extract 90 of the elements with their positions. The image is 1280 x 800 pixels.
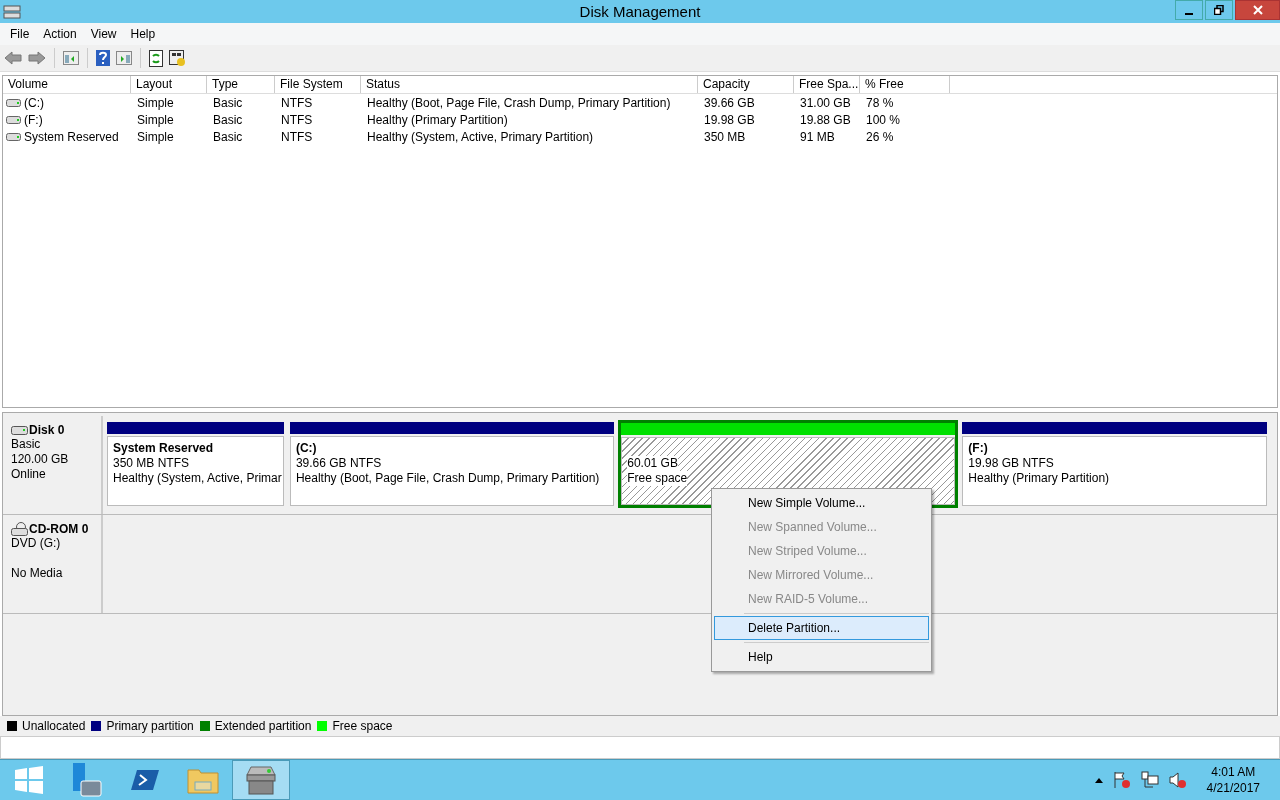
table-cell: 31.00 GB <box>800 95 851 110</box>
table-cell: Simple <box>137 112 174 127</box>
minimize-button[interactable] <box>1175 0 1203 20</box>
table-cell: 91 MB <box>800 129 835 144</box>
table-cell: 26 % <box>866 129 894 144</box>
folder-icon <box>187 766 219 794</box>
help-icon[interactable] <box>96 50 110 66</box>
legend-label: Free space <box>332 719 393 733</box>
disk-toolbox-icon <box>245 765 277 795</box>
window-title: Disk Management <box>579 3 701 20</box>
menu-item[interactable]: File <box>3 27 37 41</box>
partition-status: Free space <box>627 471 688 486</box>
legend-label: Primary partition <box>106 719 194 733</box>
column-header[interactable]: Volume <box>3 76 131 93</box>
table-cell: (C:) <box>24 95 44 110</box>
table-cell: Healthy (Primary Partition) <box>367 112 508 127</box>
partition-status: Healthy (Boot, Page File, Crash Dump, Primary Partition) <box>295 471 601 486</box>
disk-info: Online <box>11 467 47 482</box>
disk-name: CD-ROM 0 <box>29 522 89 536</box>
column-header[interactable]: Status <box>361 76 698 93</box>
table-cell: 100 % <box>866 112 901 127</box>
panel-icon[interactable] <box>116 51 132 65</box>
legend-label: Extended partition <box>214 719 312 733</box>
table-cell: 39.66 GB <box>704 95 755 110</box>
partition-name: System Reserved <box>113 441 215 456</box>
drive-icon <box>11 425 28 435</box>
context-menu-item[interactable]: Delete Partition... <box>714 616 929 640</box>
menu-item[interactable]: Help <box>123 27 163 41</box>
restore-button[interactable] <box>1205 0 1233 20</box>
table-cell: Simple <box>137 95 174 110</box>
table-cell: NTFS <box>281 129 313 144</box>
partition-size: 350 MB NTFS <box>113 456 191 471</box>
partition-size: 19.98 GB NTFS <box>968 456 1055 471</box>
close-button[interactable] <box>1235 0 1280 20</box>
column-header[interactable]: Type <box>207 76 275 93</box>
table-cell: 19.88 GB <box>800 112 851 127</box>
table-cell: Healthy (Boot, Page File, Crash Dump, Primary Partition) <box>367 95 671 110</box>
context-menu-item[interactable]: Help <box>714 645 929 669</box>
partition-size: 39.66 GB NTFS <box>295 456 383 471</box>
caret-up-icon[interactable] <box>1094 777 1103 783</box>
column-header[interactable]: Capacity <box>698 76 794 93</box>
table-cell: Basic <box>213 112 243 127</box>
table-cell: Healthy (System, Active, Primary Partition) <box>367 129 594 144</box>
table-cell: NTFS <box>281 112 313 127</box>
disk-info: 120.00 GB <box>11 452 70 467</box>
partition-status: Healthy (Primary Partition) <box>968 471 1111 486</box>
table-cell: 350 MB <box>704 129 746 144</box>
clock[interactable]: 4:01 AM 4/21/2017 <box>1206 764 1260 796</box>
properties-icon[interactable] <box>169 49 186 67</box>
forward-arrow-icon[interactable] <box>28 51 46 65</box>
disk-name: Disk 0 <box>29 423 65 437</box>
cd-drive-icon <box>11 522 28 536</box>
windows-logo-icon <box>15 766 43 794</box>
speaker-muted-icon[interactable] <box>1168 771 1187 789</box>
table-cell: (F:) <box>24 112 43 127</box>
disk-info: Basic <box>11 437 42 452</box>
drive-icon <box>6 98 21 107</box>
disk-drive-icon <box>3 3 21 20</box>
column-header[interactable]: File System <box>275 76 361 93</box>
close-icon <box>1252 5 1263 15</box>
table-cell: Simple <box>137 129 174 144</box>
network-error-icon[interactable] <box>1140 771 1159 789</box>
restore-icon <box>1214 5 1224 15</box>
table-cell: 78 % <box>866 95 894 110</box>
column-header[interactable]: % Free <box>860 76 950 93</box>
legend-label: Unallocated <box>22 719 86 733</box>
column-header[interactable]: Free Spa... <box>794 76 860 93</box>
minimize-icon <box>1185 12 1193 15</box>
server-toolbox-icon <box>71 763 103 797</box>
partition-name: (F:) <box>968 441 989 456</box>
menu-item[interactable]: View <box>83 27 124 41</box>
table-cell: Basic <box>213 129 243 144</box>
table-cell: NTFS <box>281 95 313 110</box>
table-cell: Basic <box>213 95 243 110</box>
menu-item[interactable]: Action <box>36 27 84 41</box>
partition-name: (C:) <box>295 441 318 456</box>
drive-icon <box>6 132 21 141</box>
partition-size: 60.01 GB <box>627 456 678 471</box>
table-cell: 19.98 GB <box>704 112 755 127</box>
disk-info: No Media <box>11 566 64 581</box>
table-cell: System Reserved <box>24 129 119 144</box>
disk-info: DVD (G:) <box>11 536 62 551</box>
drive-icon <box>6 115 21 124</box>
column-header[interactable]: Layout <box>131 76 207 93</box>
refresh-icon[interactable] <box>149 49 163 67</box>
flag-error-icon[interactable] <box>1112 771 1131 789</box>
panel-icon[interactable] <box>63 51 79 65</box>
back-arrow-icon[interactable] <box>4 51 22 65</box>
powershell-icon <box>131 768 159 792</box>
taskbar-app-button[interactable] <box>232 760 290 800</box>
